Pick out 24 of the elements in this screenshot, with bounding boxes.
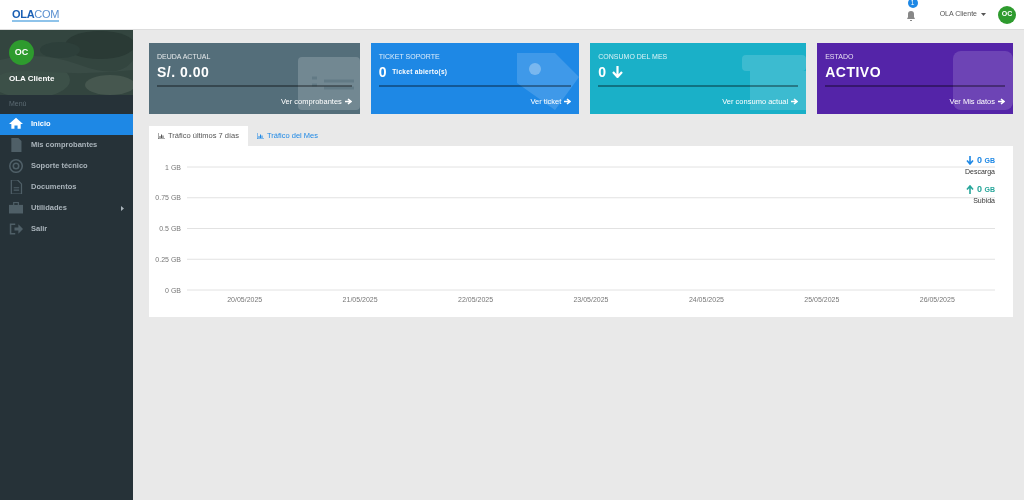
arrow-right-icon (791, 98, 799, 106)
card-value: ACTIVO (825, 63, 882, 81)
document-icon (9, 138, 23, 152)
arrow-down-icon (966, 155, 974, 165)
logout-icon (9, 222, 23, 236)
card-value: S/. 0.00 (157, 63, 210, 81)
toolbox-icon (9, 201, 23, 215)
bell-icon[interactable] (905, 9, 916, 21)
lifebuoy-icon (9, 159, 23, 173)
file-icon (9, 180, 23, 194)
user-name: OLA Cliente (9, 73, 56, 85)
chart-icon (158, 132, 165, 139)
chart-icon (257, 132, 264, 139)
arrow-down-icon (611, 65, 623, 78)
card-value: 0 (598, 63, 607, 81)
logo[interactable]: OLACOM (12, 7, 60, 22)
arrow-right-icon (564, 98, 572, 106)
home-icon (9, 117, 23, 131)
arrow-right-icon (998, 98, 1005, 106)
card-value: 0 (378, 63, 388, 81)
chevron-icon (121, 205, 124, 211)
arrow-up-icon (966, 184, 974, 194)
arrow-right-icon (344, 98, 352, 106)
caret-icon (981, 13, 986, 16)
